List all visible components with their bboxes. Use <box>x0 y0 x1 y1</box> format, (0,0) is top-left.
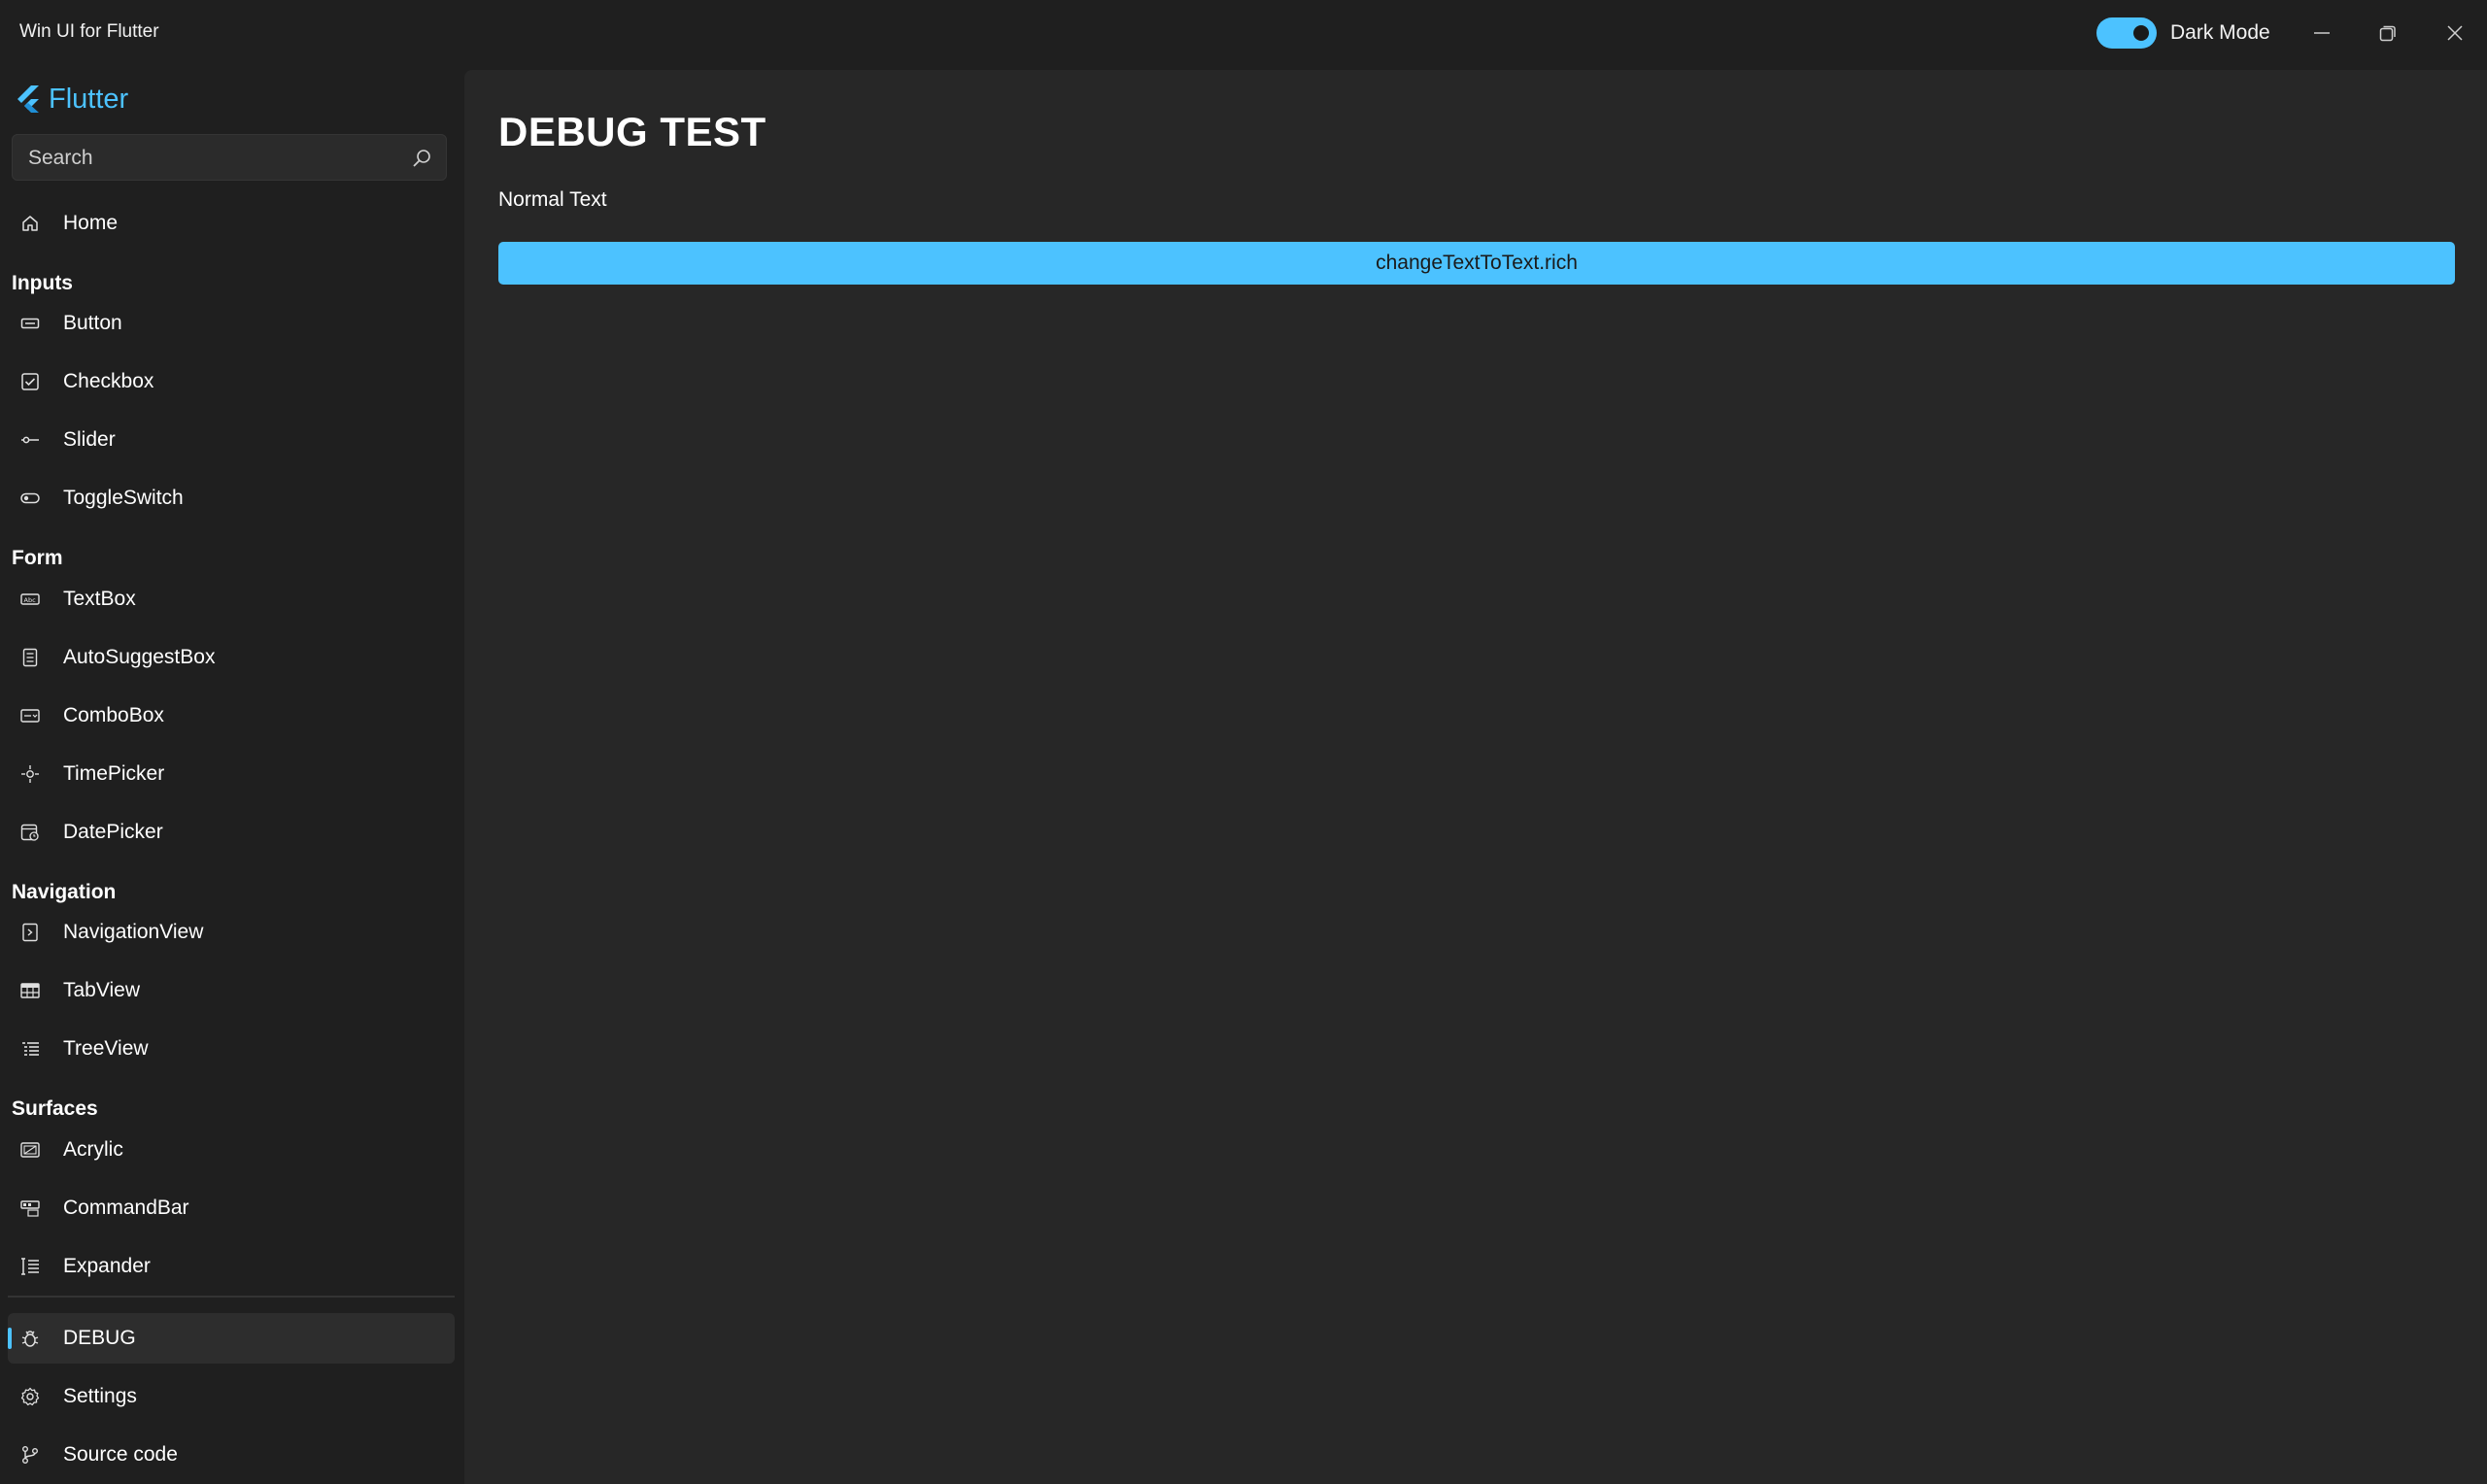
group-header-form: Form <box>12 547 63 569</box>
sidebar-item-label: TimePicker <box>63 762 165 785</box>
acrylic-icon <box>19 1139 41 1161</box>
sidebar-item-debug[interactable]: DEBUG <box>8 1313 455 1364</box>
sidebar-item-slider[interactable]: Slider <box>8 415 455 465</box>
tabview-icon <box>19 980 41 1001</box>
sidebar-item-textbox[interactable]: Abc TextBox <box>8 574 455 624</box>
selection-indicator <box>8 1328 12 1349</box>
sidebar-item-label: AutoSuggestBox <box>63 646 216 668</box>
sidebar-item-label: Home <box>63 212 119 234</box>
navigation-view-icon <box>19 922 41 943</box>
search-box[interactable] <box>12 134 447 182</box>
sidebar-item-checkbox[interactable]: Checkbox <box>8 356 455 407</box>
toggle-knob <box>2133 25 2149 41</box>
brand-label: Flutter <box>49 84 129 115</box>
sidebar-item-label: DEBUG <box>63 1327 136 1349</box>
sidebar-item-label: Expander <box>63 1255 151 1277</box>
sidebar-item-label: Settings <box>63 1385 137 1407</box>
sidebar: Flutter Home Inputs Button Checkbox Slid… <box>0 68 464 1484</box>
sidebar-item-label: CommandBar <box>63 1197 189 1219</box>
dark-mode-label: Dark Mode <box>2170 21 2270 44</box>
restore-icon <box>2379 25 2396 42</box>
sidebar-item-settings[interactable]: Settings <box>8 1371 455 1422</box>
group-header-surfaces: Surfaces <box>12 1097 98 1120</box>
branch-icon <box>19 1444 41 1466</box>
sidebar-item-label: Slider <box>63 428 116 451</box>
change-text-button[interactable]: changeTextToText.rich <box>498 242 2455 285</box>
toggle-switch-icon <box>19 488 41 509</box>
svg-text:Abc: Abc <box>24 596 37 604</box>
textbox-icon: Abc <box>19 589 41 610</box>
sidebar-item-timepicker[interactable]: TimePicker <box>8 749 455 799</box>
flutter-logo-icon <box>17 84 39 113</box>
dark-mode-toggle[interactable] <box>2096 17 2157 49</box>
sidebar-item-label: ComboBox <box>63 704 164 726</box>
normal-text: Normal Text <box>498 188 607 211</box>
close-icon <box>2447 25 2463 41</box>
minimize-button[interactable] <box>2300 12 2343 54</box>
sidebar-item-datepicker[interactable]: DatePicker <box>8 807 455 858</box>
restore-button[interactable] <box>2367 12 2409 54</box>
sidebar-item-label: TextBox <box>63 588 136 610</box>
sidebar-item-home[interactable]: Home <box>8 198 455 249</box>
sidebar-item-label: TabView <box>63 979 140 1001</box>
bug-icon <box>19 1328 41 1349</box>
sidebar-item-expander[interactable]: Expander <box>8 1241 455 1292</box>
sidebar-item-label: TreeView <box>63 1037 149 1060</box>
gear-icon <box>19 1386 41 1407</box>
sidebar-item-label: Button <box>63 312 122 334</box>
sidebar-item-treeview[interactable]: TreeView <box>8 1024 455 1074</box>
sidebar-item-source-code[interactable]: Source code <box>8 1430 455 1480</box>
sidebar-item-label: ToggleSwitch <box>63 487 184 509</box>
sidebar-item-commandbar[interactable]: CommandBar <box>8 1183 455 1233</box>
timepicker-icon <box>19 763 41 785</box>
group-header-inputs: Inputs <box>12 272 73 294</box>
autosuggest-icon <box>19 647 41 668</box>
slider-icon <box>19 429 41 451</box>
sidebar-item-label: Acrylic <box>63 1138 123 1161</box>
title-bar: Win UI for Flutter Dark Mode <box>0 0 2487 68</box>
minimize-icon <box>2314 32 2330 34</box>
expander-icon <box>19 1256 41 1277</box>
sidebar-item-toggleswitch[interactable]: ToggleSwitch <box>8 473 455 523</box>
page-title: DEBUG TEST <box>498 109 767 154</box>
search-icon[interactable] <box>411 148 432 174</box>
sidebar-item-label: Source code <box>63 1443 178 1466</box>
sidebar-item-label: DatePicker <box>63 821 163 843</box>
group-header-navigation: Navigation <box>12 881 117 903</box>
datepicker-icon <box>19 822 41 843</box>
home-icon <box>19 213 41 234</box>
sidebar-item-label: NavigationView <box>63 921 204 943</box>
search-input[interactable] <box>26 135 399 182</box>
sidebar-item-autosuggestbox[interactable]: AutoSuggestBox <box>8 632 455 683</box>
sidebar-item-combobox[interactable]: ComboBox <box>8 691 455 741</box>
app-title: Win UI for Flutter <box>19 21 159 42</box>
treeview-icon <box>19 1038 41 1060</box>
sidebar-item-tabview[interactable]: TabView <box>8 965 455 1016</box>
combobox-icon <box>19 705 41 726</box>
dark-mode-toggle-group[interactable]: Dark Mode <box>2096 17 2270 50</box>
sidebar-divider <box>8 1296 455 1298</box>
sidebar-item-navigationview[interactable]: NavigationView <box>8 907 455 958</box>
button-icon <box>19 313 41 334</box>
commandbar-icon <box>19 1197 41 1219</box>
sidebar-item-acrylic[interactable]: Acrylic <box>8 1125 455 1175</box>
brand: Flutter <box>16 84 128 116</box>
main-content: DEBUG TEST Normal Text changeTextToText.… <box>464 70 2487 1484</box>
sidebar-item-label: Checkbox <box>63 370 154 392</box>
checkbox-icon <box>19 371 41 392</box>
close-button[interactable] <box>2434 12 2476 54</box>
sidebar-item-button[interactable]: Button <box>8 298 455 349</box>
